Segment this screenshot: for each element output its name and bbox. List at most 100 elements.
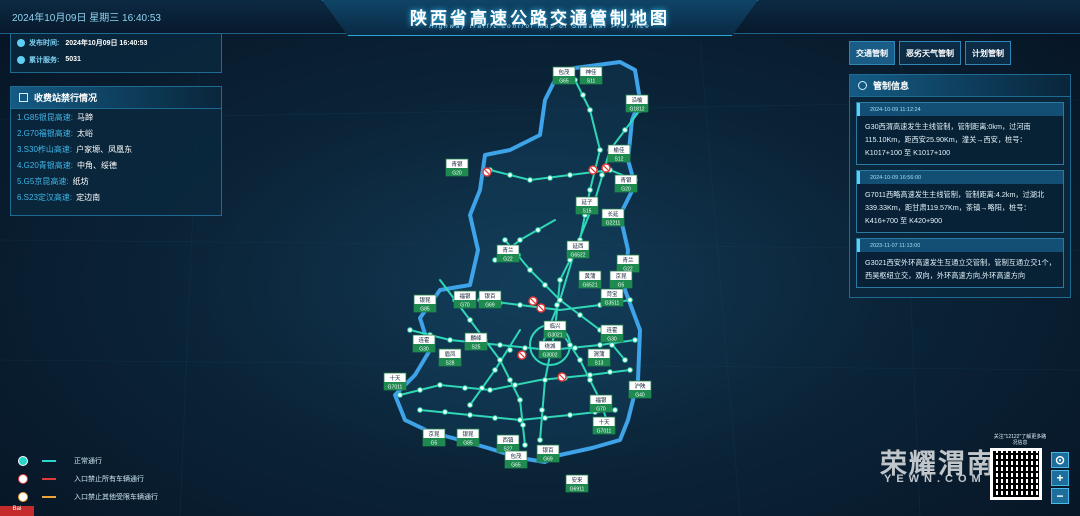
station-node[interactable] bbox=[567, 412, 573, 418]
station-node[interactable] bbox=[537, 437, 543, 443]
road-label[interactable]: 麟绛 S25 bbox=[464, 332, 488, 351]
station-node[interactable] bbox=[580, 92, 586, 98]
road-label[interactable]: 沪陕 G40 bbox=[628, 380, 652, 399]
station-node[interactable] bbox=[462, 385, 468, 391]
station-node[interactable] bbox=[527, 267, 533, 273]
station-node[interactable] bbox=[557, 277, 563, 283]
station-node[interactable] bbox=[557, 297, 563, 303]
control-card[interactable]: 2023-11-07 11:13:00 G3021西安外环高速发生互通立交管制，管… bbox=[856, 238, 1064, 288]
road-label[interactable]: 青兰G22 bbox=[496, 244, 520, 263]
station-node[interactable] bbox=[467, 412, 473, 418]
road-label[interactable]: 眉凤 S28 bbox=[438, 348, 462, 367]
station-node[interactable] bbox=[567, 172, 573, 178]
station-node[interactable] bbox=[612, 407, 618, 413]
road-label[interactable]: 绕城 G3002 bbox=[538, 340, 562, 359]
station-node[interactable] bbox=[587, 187, 593, 193]
road-label[interactable]: 连霍 G30 bbox=[600, 324, 624, 343]
station-node[interactable] bbox=[512, 382, 518, 388]
road-label[interactable]: 银百 G69 bbox=[536, 444, 560, 463]
road-label[interactable]: 福银 G70 bbox=[589, 394, 613, 413]
station-node[interactable] bbox=[479, 385, 485, 391]
station-node[interactable] bbox=[542, 415, 548, 421]
station-node[interactable] bbox=[587, 377, 593, 383]
station-node[interactable] bbox=[467, 317, 473, 323]
road-label[interactable]: 青兰G22 bbox=[616, 254, 640, 273]
station-node[interactable] bbox=[522, 442, 528, 448]
road-label[interactable]: 神佳 S11 bbox=[579, 66, 603, 85]
station-node[interactable] bbox=[597, 342, 603, 348]
station-node[interactable] bbox=[397, 392, 403, 398]
station-node[interactable] bbox=[542, 282, 548, 288]
station-node[interactable] bbox=[517, 417, 523, 423]
station-node[interactable] bbox=[507, 172, 513, 178]
road-label[interactable]: 西镇S27 bbox=[496, 434, 520, 453]
no-entry-icon[interactable] bbox=[536, 303, 546, 313]
station-node[interactable] bbox=[539, 407, 545, 413]
tab-traffic-control[interactable]: 交通管制 bbox=[849, 41, 895, 65]
station-node[interactable] bbox=[522, 345, 528, 351]
station-node[interactable] bbox=[577, 312, 583, 318]
station-node[interactable] bbox=[587, 107, 593, 113]
station-node[interactable] bbox=[622, 357, 628, 363]
no-entry-icon[interactable] bbox=[517, 350, 527, 360]
road-label[interactable]: 京昆 G5 bbox=[609, 270, 633, 289]
no-entry-icon[interactable] bbox=[482, 167, 492, 177]
station-node[interactable] bbox=[520, 422, 526, 428]
control-card[interactable]: 2024-10-09 16:56:00 G7011西略高速发生主线管制，管制距离:… bbox=[856, 170, 1064, 233]
station-node[interactable] bbox=[497, 357, 503, 363]
road-label[interactable]: 安来 G6911 bbox=[565, 474, 589, 493]
station-node[interactable] bbox=[527, 177, 533, 183]
station-node[interactable] bbox=[599, 172, 605, 178]
station-node[interactable] bbox=[417, 407, 423, 413]
station-node[interactable] bbox=[467, 402, 473, 408]
road-label[interactable]: 包茂 G65 bbox=[552, 66, 576, 85]
road-label[interactable]: 福银 G70 bbox=[453, 290, 477, 309]
control-list[interactable]: 2024-10-09 11:12:24 G30西渭高速发生主线管制，管制距离:0k… bbox=[850, 102, 1070, 288]
station-node[interactable] bbox=[442, 409, 448, 415]
station-node[interactable] bbox=[542, 377, 548, 383]
station-node[interactable] bbox=[492, 367, 498, 373]
station-node[interactable] bbox=[517, 397, 523, 403]
tab-planned-control[interactable]: 计划管制 bbox=[965, 41, 1011, 65]
station-node[interactable] bbox=[492, 415, 498, 421]
station-node[interactable] bbox=[554, 302, 560, 308]
station-node[interactable] bbox=[507, 377, 513, 383]
station-node[interactable] bbox=[632, 337, 638, 343]
station-node[interactable] bbox=[627, 297, 633, 303]
road-label[interactable]: 十天 G7011 bbox=[592, 416, 616, 435]
tab-weather-control[interactable]: 恶劣天气管制 bbox=[899, 41, 961, 65]
station-node[interactable] bbox=[535, 227, 541, 233]
station-node[interactable] bbox=[622, 127, 628, 133]
road-label[interactable]: 连霍 G30 bbox=[412, 334, 436, 353]
station-node[interactable] bbox=[517, 302, 523, 308]
no-entry-icon[interactable] bbox=[557, 372, 567, 382]
road-label[interactable]: 银昆 G85 bbox=[456, 428, 480, 447]
station-node[interactable] bbox=[487, 387, 493, 393]
road-label[interactable]: 渭蒲 S13 bbox=[587, 348, 611, 367]
station-node[interactable] bbox=[597, 147, 603, 153]
road-label[interactable]: 临兴 G3021 bbox=[543, 320, 567, 339]
road-label[interactable]: 黄蒲 G6521 bbox=[578, 270, 602, 289]
station-node[interactable] bbox=[417, 387, 423, 393]
station-node[interactable] bbox=[502, 237, 508, 243]
station-node[interactable] bbox=[577, 357, 583, 363]
no-entry-icon[interactable] bbox=[601, 163, 611, 173]
road-label[interactable]: 榆佳 S12 bbox=[607, 144, 631, 163]
station-node[interactable] bbox=[547, 175, 553, 181]
zoom-out-button[interactable]: − bbox=[1051, 488, 1069, 504]
road-label[interactable]: 京昆 G5 bbox=[422, 428, 446, 447]
road-label[interactable]: 菏宝 G3511 bbox=[600, 288, 624, 307]
zoom-in-button[interactable]: + bbox=[1051, 470, 1069, 486]
no-entry-icon[interactable] bbox=[528, 296, 538, 306]
road-label[interactable]: 延子 S15 bbox=[575, 196, 599, 215]
road-label[interactable]: 青银 G20 bbox=[614, 174, 638, 193]
station-node[interactable] bbox=[517, 237, 523, 243]
station-node[interactable] bbox=[567, 342, 573, 348]
no-entry-icon[interactable] bbox=[588, 165, 598, 175]
road-label[interactable]: 延西 G6522 bbox=[566, 240, 590, 259]
station-node[interactable] bbox=[609, 342, 615, 348]
station-node[interactable] bbox=[507, 347, 513, 353]
road-label[interactable]: 青银 G20 bbox=[445, 158, 469, 177]
station-node[interactable] bbox=[497, 342, 503, 348]
locate-button[interactable]: ⊙ bbox=[1051, 452, 1069, 468]
